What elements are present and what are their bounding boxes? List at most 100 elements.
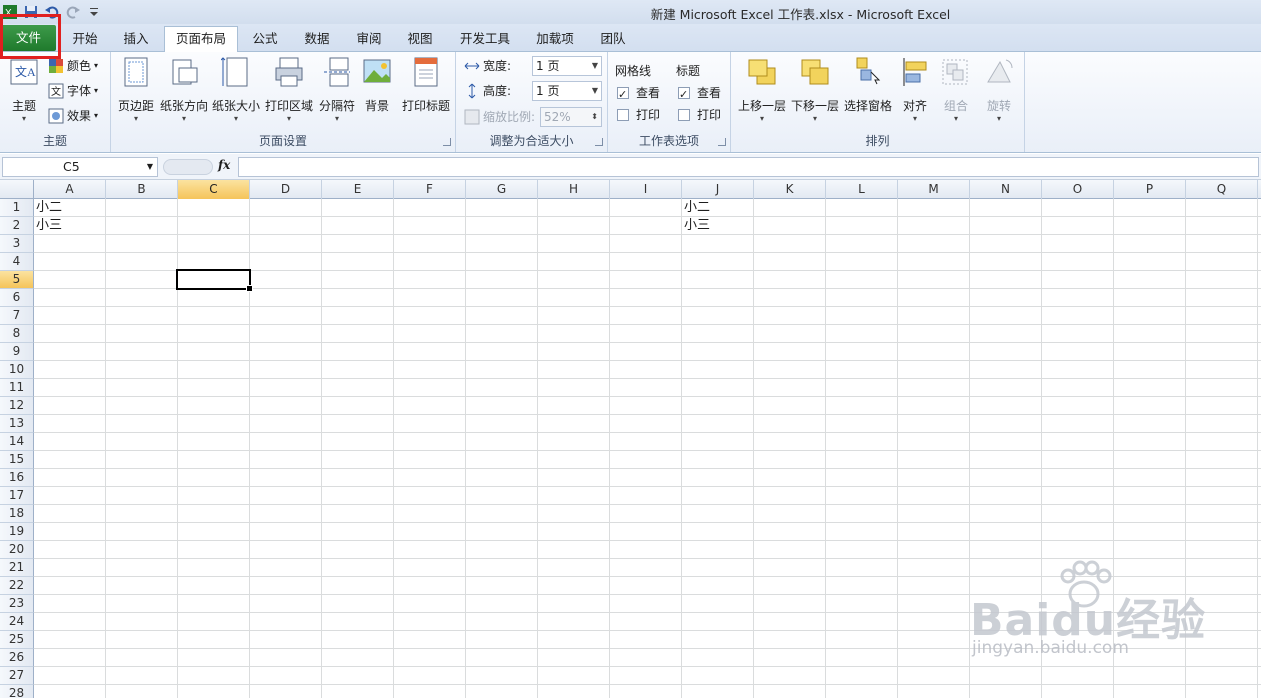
name-box[interactable]: C5 ▼ — [2, 157, 158, 177]
scale-label: 缩放比例: — [464, 107, 535, 127]
insert-function-icon[interactable]: fx — [218, 158, 230, 172]
print-area-button[interactable]: 打印区域 ▾ — [263, 56, 315, 126]
row-header-2[interactable]: 2 — [0, 217, 34, 235]
svg-text:文: 文 — [51, 85, 61, 98]
row-header-3[interactable]: 3 — [0, 235, 34, 253]
row-header-4[interactable]: 4 — [0, 253, 34, 271]
row-header-9[interactable]: 9 — [0, 343, 34, 361]
tab-review[interactable]: 审阅 — [346, 28, 392, 52]
column-header-l[interactable]: L — [826, 180, 898, 199]
column-header-i[interactable]: I — [610, 180, 682, 199]
column-header-k[interactable]: K — [754, 180, 826, 199]
tab-page-layout[interactable]: 页面布局 — [164, 26, 238, 53]
row-header-20[interactable]: 20 — [0, 541, 34, 559]
send-backward-button[interactable]: 下移一层 ▾ — [790, 56, 840, 126]
excel-window: X 新建 Microsoft Excel 工作表.xlsx - Microsof… — [0, 0, 1261, 698]
row-header-8[interactable]: 8 — [0, 325, 34, 343]
sheet-options-launcher-icon[interactable] — [718, 138, 726, 146]
active-cell-selection[interactable] — [176, 269, 253, 292]
row-header-13[interactable]: 13 — [0, 415, 34, 433]
formula-input[interactable] — [238, 157, 1259, 177]
themes-group-label: 主题 — [42, 134, 67, 148]
height-select[interactable]: 1 页 ▼ — [532, 81, 602, 101]
row-header-19[interactable]: 19 — [0, 523, 34, 541]
orientation-button[interactable]: 纸张方向 ▾ — [159, 56, 209, 126]
column-header-f[interactable]: F — [394, 180, 466, 199]
column-header-b[interactable]: B — [106, 180, 178, 199]
column-header-g[interactable]: G — [466, 180, 538, 199]
column-header-d[interactable]: D — [250, 180, 322, 199]
column-header-j[interactable]: J — [682, 180, 754, 199]
row-header-22[interactable]: 22 — [0, 577, 34, 595]
row-header-16[interactable]: 16 — [0, 469, 34, 487]
theme-fonts-button[interactable]: 文 字体 ▾ — [48, 81, 98, 101]
theme-colors-button[interactable]: 颜色 ▾ — [48, 56, 98, 76]
column-header-n[interactable]: N — [970, 180, 1042, 199]
background-button[interactable]: 背景 — [359, 56, 395, 126]
themes-button[interactable]: 文A 主题 ▾ — [4, 56, 44, 126]
tab-insert[interactable]: 插入 — [112, 28, 160, 52]
headings-print-checkbox[interactable]: 打印 — [678, 105, 721, 125]
tab-team[interactable]: 团队 — [590, 28, 636, 52]
chevron-down-icon: ▼ — [146, 162, 153, 171]
row-header-7[interactable]: 7 — [0, 307, 34, 325]
align-button[interactable]: 对齐 ▾ — [897, 56, 933, 126]
row-header-12[interactable]: 12 — [0, 397, 34, 415]
width-select[interactable]: 1 页 ▼ — [532, 56, 602, 76]
gridlines-print-checkbox[interactable]: 打印 — [617, 105, 660, 125]
cell-j1[interactable]: 小二 — [682, 199, 754, 216]
row-header-1[interactable]: 1 — [0, 199, 34, 217]
row-header-10[interactable]: 10 — [0, 361, 34, 379]
headings-view-checkbox[interactable]: 查看 — [678, 83, 721, 105]
page-setup-launcher-icon[interactable] — [443, 138, 451, 146]
row-header-27[interactable]: 27 — [0, 667, 34, 685]
baidu-watermark: Baidu经验 jingyan.baidu.com — [968, 560, 1248, 670]
scale-spinner: 52% ⬍ — [540, 107, 602, 127]
tab-developer[interactable]: 开发工具 — [452, 28, 518, 52]
formula-bar-handle[interactable] — [163, 159, 213, 175]
row-header-28[interactable]: 28 — [0, 685, 34, 698]
column-header-e[interactable]: E — [322, 180, 394, 199]
column-header-a[interactable]: A — [34, 180, 106, 199]
sheet-options-group-label: 工作表选项 — [638, 134, 699, 148]
column-header-h[interactable]: H — [538, 180, 610, 199]
row-header-24[interactable]: 24 — [0, 613, 34, 631]
tab-home[interactable]: 开始 — [62, 28, 108, 52]
theme-effects-button[interactable]: 效果 ▾ — [48, 106, 98, 126]
cell-a1[interactable]: 小二 — [34, 199, 106, 216]
tab-add-ins[interactable]: 加载项 — [526, 28, 584, 52]
tab-file[interactable]: 文件 — [1, 25, 56, 51]
gridlines-view-checkbox[interactable]: 查看 — [617, 83, 660, 105]
select-all-corner[interactable] — [0, 180, 34, 199]
selection-pane-button[interactable]: 选择窗格 — [843, 56, 893, 126]
row-header-14[interactable]: 14 — [0, 433, 34, 451]
scale-to-fit-group: 宽度: 1 页 ▼ 高度: 1 页 ▼ 缩放比例: 52% ⬍ 调整为合适大小 — [456, 52, 608, 152]
column-header-o[interactable]: O — [1042, 180, 1114, 199]
row-header-18[interactable]: 18 — [0, 505, 34, 523]
column-header-p[interactable]: P — [1114, 180, 1186, 199]
row-header-26[interactable]: 26 — [0, 649, 34, 667]
tab-formulas[interactable]: 公式 — [242, 28, 288, 52]
tab-view[interactable]: 视图 — [397, 28, 443, 52]
checkbox-icon — [617, 109, 629, 121]
column-header-m[interactable]: M — [898, 180, 970, 199]
row-header-15[interactable]: 15 — [0, 451, 34, 469]
margins-button[interactable]: 页边距 ▾ — [115, 56, 157, 126]
cell-a2[interactable]: 小三 — [34, 217, 106, 234]
row-header-6[interactable]: 6 — [0, 289, 34, 307]
column-header-c[interactable]: C — [178, 180, 250, 199]
row-header-23[interactable]: 23 — [0, 595, 34, 613]
row-header-5[interactable]: 5 — [0, 271, 34, 289]
row-header-11[interactable]: 11 — [0, 379, 34, 397]
size-button[interactable]: 纸张大小 ▾ — [211, 56, 261, 126]
cell-j2[interactable]: 小三 — [682, 217, 754, 234]
scale-launcher-icon[interactable] — [595, 138, 603, 146]
breaks-button[interactable]: 分隔符 ▾ — [317, 56, 357, 126]
column-header-q[interactable]: Q — [1186, 180, 1258, 199]
row-header-21[interactable]: 21 — [0, 559, 34, 577]
row-header-17[interactable]: 17 — [0, 487, 34, 505]
print-titles-button[interactable]: 打印标题 — [399, 56, 453, 126]
tab-data[interactable]: 数据 — [294, 28, 340, 52]
bring-forward-button[interactable]: 上移一层 ▾ — [737, 56, 787, 126]
row-header-25[interactable]: 25 — [0, 631, 34, 649]
